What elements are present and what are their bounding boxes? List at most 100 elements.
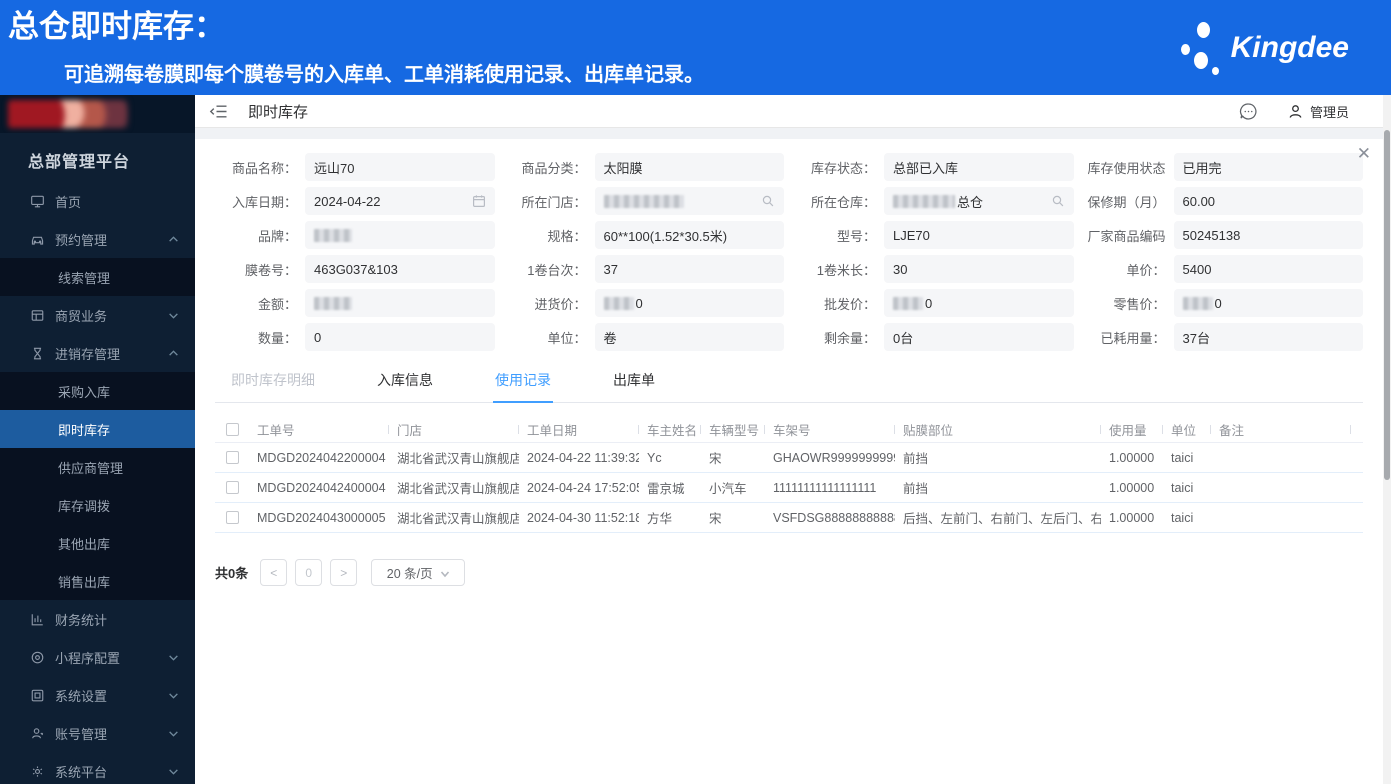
- detail-panel: ✕ 商品名称： 远山70 商品分类： 太阳膜 库存状态： 总部已入库 库存使用状态 已用完 入库…: [195, 139, 1383, 784]
- sidebar-item-supplier-mgmt[interactable]: 供应商管理: [0, 448, 195, 486]
- form-field: 1卷台次： 37: [505, 255, 784, 283]
- column-header: 车主姓名: [639, 420, 701, 439]
- field-value-box[interactable]: [305, 221, 495, 249]
- form-field: 膜卷号： 463G037&103: [215, 255, 495, 283]
- tab-outbound-orders[interactable]: 出库单: [611, 361, 657, 402]
- form-field: 零售价： 0: [1084, 289, 1363, 317]
- field-value-box[interactable]: 0: [594, 289, 784, 317]
- next-page-button[interactable]: >: [330, 559, 358, 586]
- sidebar-item-purchase-inbound[interactable]: 采购入库: [0, 372, 195, 410]
- field-value-box[interactable]: 0台: [884, 323, 1074, 351]
- sidebar-item-home[interactable]: 首页: [0, 182, 195, 220]
- field-value-box[interactable]: 0: [305, 323, 495, 351]
- sidebar-item-system-settings[interactable]: 系统设置: [0, 676, 195, 714]
- field-value-box[interactable]: 0: [884, 289, 1074, 317]
- field-value: 37台: [1182, 330, 1210, 346]
- field-value-box[interactable]: 30: [884, 255, 1074, 283]
- row-checkbox[interactable]: [225, 451, 239, 464]
- app-window: 总仓即时库存： 可追溯每卷膜即每个膜卷号的入库单、工单消耗使用记录、出库单记录。…: [0, 0, 1391, 784]
- field-value-box[interactable]: 0: [1173, 289, 1363, 317]
- field-value-box[interactable]: 50245138: [1173, 221, 1363, 249]
- field-value-box[interactable]: 卷: [594, 323, 784, 351]
- row-checkbox[interactable]: [225, 511, 239, 524]
- field-value-box[interactable]: [594, 187, 784, 215]
- search-icon: [761, 194, 775, 208]
- user-icon: [1287, 103, 1304, 120]
- table-cell: taici: [1171, 450, 1194, 465]
- field-value-box[interactable]: 463G037&103: [305, 255, 495, 283]
- field-value: 总部已入库: [893, 160, 959, 176]
- sidebar-item-label: 小程序配置: [55, 650, 121, 666]
- select-all-checkbox[interactable]: [225, 422, 239, 436]
- sidebar-item-miniapp-config[interactable]: 小程序配置: [0, 638, 195, 676]
- sidebar-item-inventory-mgmt[interactable]: 进销存管理: [0, 334, 195, 372]
- sidebar-item-realtime-stock[interactable]: 即时库存: [0, 410, 195, 448]
- form-field: 进货价： 0: [505, 289, 784, 317]
- sidebar-menu: 首页 预约管理 线索管理 商贸业务 进销存管理 采购入库 即时库存 供应商管理 库存调拨 其他出库…: [0, 182, 195, 784]
- field-label: 库存使用状态: [1087, 160, 1166, 176]
- field-value: 0: [635, 295, 643, 311]
- banner-title: 总仓即时库存：: [8, 9, 225, 44]
- field-value-box[interactable]: 已用完: [1173, 153, 1363, 181]
- form-field: 规格： 60**100(1.52*30.5米): [505, 221, 784, 249]
- form-field: 商品名称： 远山70: [215, 153, 495, 181]
- field-label: 金额：: [257, 296, 297, 312]
- table-row[interactable]: MDGD2024042200004 湖北省武汉青山旗舰店 2024-04-22 11…: [215, 443, 1363, 473]
- field-value-box[interactable]: 60**100(1.52*30.5米): [594, 221, 784, 249]
- field-label: 规格：: [547, 228, 587, 244]
- field-value-box[interactable]: 37台: [1173, 323, 1363, 351]
- form-field: 单位： 卷: [505, 323, 784, 351]
- field-label: 单价：: [1126, 262, 1166, 278]
- pagination: 共0条 < 0 > 20 条/页: [215, 559, 1363, 586]
- redacted-value: [314, 228, 352, 242]
- sidebar-item-trade-business[interactable]: 商贸业务: [0, 296, 195, 334]
- table-cell: MDGD2024043000005: [257, 510, 386, 525]
- sidebar-item-other-outbound[interactable]: 其他出库: [0, 524, 195, 562]
- prev-page-button[interactable]: <: [260, 559, 288, 586]
- field-value-box[interactable]: 37: [594, 255, 784, 283]
- field-value-box[interactable]: [305, 289, 495, 317]
- table-cell: GHAOWR99999999999: [773, 450, 895, 465]
- table-cell: 前挡: [903, 452, 929, 466]
- sidebar-item-finance-stats[interactable]: 财务统计: [0, 600, 195, 638]
- table-row[interactable]: MDGD2024042400004 湖北省武汉青山旗舰店 2024-04-24 17…: [215, 473, 1363, 503]
- form-field: 所在仓库： 总仓: [794, 187, 1074, 215]
- field-label: 所在仓库：: [810, 194, 876, 210]
- field-value: 0台: [893, 330, 914, 346]
- field-value-box[interactable]: 5400: [1173, 255, 1363, 283]
- table-cell: 方华: [647, 512, 673, 526]
- field-value-box[interactable]: 总仓: [884, 187, 1074, 215]
- field-label: 膜卷号：: [244, 262, 297, 278]
- field-value-box[interactable]: 2024-04-22: [305, 187, 495, 215]
- table-cell: MDGD2024042200004: [257, 450, 386, 465]
- message-icon[interactable]: [1238, 101, 1259, 122]
- column-header: 车辆型号: [701, 420, 765, 439]
- sidebar-item-booking-mgmt[interactable]: 预约管理: [0, 220, 195, 258]
- tab-stock-detail[interactable]: 即时库存明细: [229, 361, 317, 402]
- tab-inbound-info[interactable]: 入库信息: [375, 361, 435, 402]
- field-value-box[interactable]: 太阳膜: [594, 153, 784, 181]
- field-value: 5400: [1182, 261, 1212, 277]
- sidebar-item-system-platform[interactable]: 系统平台: [0, 752, 195, 784]
- close-icon[interactable]: ✕: [1357, 145, 1371, 162]
- row-checkbox[interactable]: [225, 481, 239, 494]
- sidebar-item-leads-mgmt[interactable]: 线索管理: [0, 258, 195, 296]
- page-number[interactable]: 0: [295, 559, 323, 586]
- column-header: 门店: [389, 420, 519, 439]
- sidebar-item-stock-transfer[interactable]: 库存调拨: [0, 486, 195, 524]
- field-value-box[interactable]: 远山70: [305, 153, 495, 181]
- field-value-box[interactable]: LJE70: [884, 221, 1074, 249]
- chevron-down-icon: [168, 728, 179, 739]
- sidebar-item-sales-outbound[interactable]: 销售出库: [0, 562, 195, 600]
- sidebar-item-account-mgmt[interactable]: 账号管理: [0, 714, 195, 752]
- vertical-scrollbar[interactable]: [1383, 95, 1391, 784]
- field-value-box[interactable]: 总部已入库: [884, 153, 1074, 181]
- page-size-select[interactable]: 20 条/页: [371, 559, 466, 586]
- tab-usage-records[interactable]: 使用记录: [493, 361, 553, 403]
- table-row[interactable]: MDGD2024043000005 湖北省武汉青山旗舰店 2024-04-30 11…: [215, 503, 1363, 533]
- field-value-box[interactable]: 60.00: [1173, 187, 1363, 215]
- user-menu[interactable]: 管理员: [1287, 102, 1349, 121]
- kingdee-logo: Kingdee: [1179, 20, 1349, 76]
- collapse-menu-icon[interactable]: [209, 104, 228, 119]
- scrollbar-thumb[interactable]: [1384, 130, 1390, 480]
